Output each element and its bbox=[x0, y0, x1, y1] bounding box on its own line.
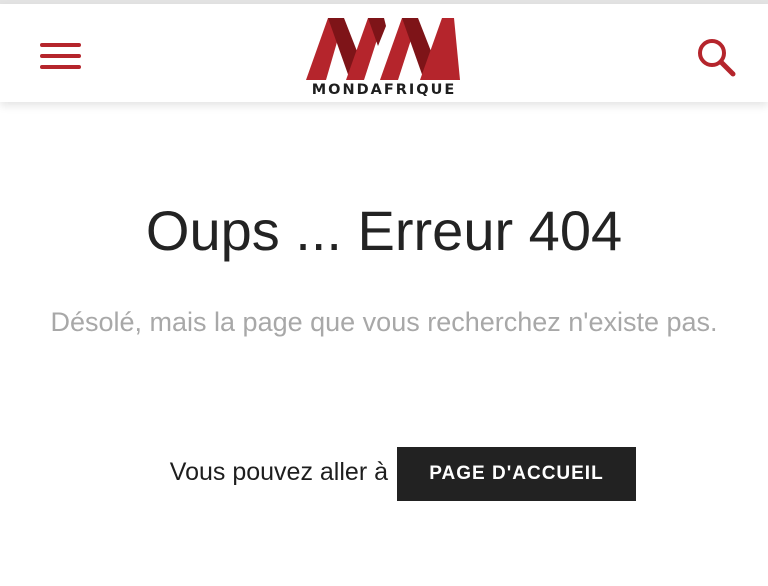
site-logo[interactable]: MONDAFRIQUE bbox=[304, 16, 464, 102]
site-header: MONDAFRIQUE bbox=[0, 4, 768, 102]
menu-bar bbox=[40, 65, 81, 69]
menu-bar bbox=[40, 43, 81, 47]
search-icon[interactable] bbox=[694, 36, 738, 80]
navigation-prompt: Vous pouvez aller à bbox=[169, 458, 388, 486]
error-message: Désolé, mais la page que vous recherchez… bbox=[50, 307, 718, 337]
home-page-button[interactable]: PAGE D'ACCUEIL bbox=[397, 447, 636, 501]
error-title: Oups ... Erreur 404 bbox=[145, 199, 623, 262]
hamburger-menu-icon[interactable] bbox=[38, 38, 84, 74]
logo-mark-icon bbox=[306, 18, 460, 80]
logo-wordmark: MONDAFRIQUE bbox=[311, 82, 457, 98]
menu-bar bbox=[40, 54, 81, 58]
